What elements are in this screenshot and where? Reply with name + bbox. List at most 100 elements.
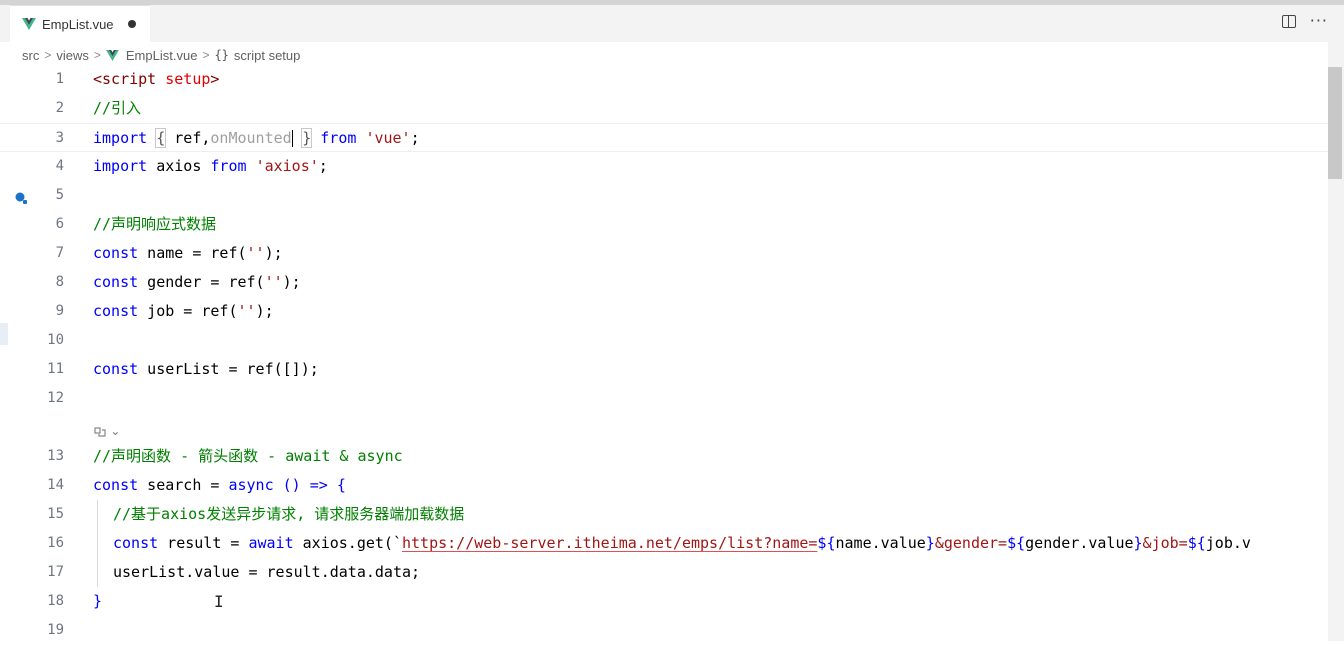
split-editor-icon[interactable] [1281, 14, 1296, 28]
line-number: 5 [55, 187, 64, 203]
token: const [113, 534, 159, 552]
editor-tab-bar: EmpList.vue ··· [0, 5, 1344, 42]
editor-actions: ··· [1281, 13, 1328, 29]
line-number: 18 [47, 593, 64, 609]
token: from [210, 157, 247, 175]
token: ); [282, 273, 301, 291]
code-text: const search = async () => { [93, 471, 346, 500]
code-text: import axios from 'axios'; [93, 152, 328, 181]
token: { [155, 128, 167, 148]
breadcrumb-src[interactable]: src [22, 48, 39, 63]
tab-emplist-vue[interactable]: EmpList.vue [10, 5, 150, 42]
token: axios.get(` [293, 534, 402, 552]
token: &job= [1142, 534, 1188, 552]
code-editor[interactable]: 1 <script setup> 2 //引入 3 import { ref,o… [0, 65, 1328, 641]
token: gender = ref( [138, 273, 265, 291]
breadcrumb-file[interactable]: EmpList.vue [126, 48, 198, 63]
line-number: 9 [55, 303, 64, 319]
token: ${ [1187, 534, 1206, 552]
unsaved-dot-icon[interactable] [127, 20, 136, 28]
line-number: 6 [55, 216, 64, 232]
token: from [320, 129, 357, 147]
token: import [93, 129, 148, 147]
text-caret [291, 130, 294, 147]
braces-icon: {} [214, 48, 229, 62]
code-text: //声明函数 - 箭头函数 - await & async [93, 447, 403, 465]
code-text: const name = ref(''); [93, 239, 283, 268]
code-line: 4 import axios from 'axios'; [0, 152, 1328, 181]
line-number: 7 [55, 245, 64, 261]
code-text: userList.value = result.data.data; [113, 563, 421, 581]
token: setup [165, 70, 211, 88]
token: import [93, 157, 148, 175]
line-number: 12 [47, 390, 64, 406]
token: result = [158, 534, 249, 552]
token: ; [410, 129, 420, 147]
chevron-right-icon: > [93, 48, 101, 62]
line-number: 14 [47, 477, 64, 493]
ghost-suggestion: onMounted [210, 129, 292, 147]
token: 'vue' [365, 129, 411, 147]
code-text: const result = await axios.get(`https://… [113, 529, 1251, 558]
chevron-down-icon[interactable]: ⌄ [110, 424, 120, 438]
breadcrumb: src > views > EmpList.vue > {} script se… [22, 45, 300, 65]
chevron-right-icon: > [44, 48, 52, 62]
token: ); [264, 244, 283, 262]
more-actions-icon[interactable]: ··· [1310, 13, 1328, 29]
scrollbar-thumb[interactable] [1328, 67, 1342, 179]
token: } [925, 534, 935, 552]
code-line: 6 //声明响应式数据 [0, 210, 1328, 239]
token: async [228, 476, 274, 494]
code-text: } [93, 592, 103, 610]
token: ${ [1007, 534, 1026, 552]
token: ); [255, 302, 274, 320]
code-line: 9 const job = ref(''); [0, 297, 1328, 326]
breadcrumb-views[interactable]: views [56, 48, 89, 63]
code-line: 5 [0, 181, 1328, 210]
token: const [93, 360, 139, 378]
line-number: 15 [47, 506, 64, 522]
breadcrumb-symbol[interactable]: script setup [234, 48, 300, 63]
token: job = ref( [138, 302, 238, 320]
token: ref, [165, 129, 211, 147]
token: search = [138, 476, 229, 494]
code-line: 10 [0, 326, 1328, 355]
code-line: 18 } [0, 587, 1328, 616]
code-line: 8 const gender = ref(''); [0, 268, 1328, 297]
token: script [102, 70, 157, 88]
vue-file-icon [105, 49, 119, 61]
line-number: 11 [47, 361, 64, 377]
code-line: 15 //基于axios发送异步请求, 请求服务器端加载数据 [0, 500, 1328, 529]
line-number: 2 [55, 100, 64, 116]
code-line: 14 const search = async () => { [0, 471, 1328, 500]
chevron-right-icon: > [202, 48, 210, 62]
line-number: 13 [47, 448, 64, 464]
line-number: 4 [55, 158, 64, 174]
token: ${ [817, 534, 836, 552]
token: &gender= [934, 534, 1008, 552]
token: < [93, 70, 103, 88]
code-text: const gender = ref(''); [93, 268, 301, 297]
code-text: const userList = ref([]); [93, 355, 319, 384]
line-number: 3 [55, 130, 64, 146]
code-line: 7 const name = ref(''); [0, 239, 1328, 268]
token: '' [237, 302, 256, 320]
line-number: 16 [47, 535, 64, 551]
tab-label: EmpList.vue [42, 16, 114, 32]
code-text: //基于axios发送异步请求, 请求服务器端加载数据 [113, 505, 465, 523]
token: await [248, 534, 294, 552]
code-line-current: 3 import { ref,onMounted } from 'vue'; [0, 123, 1328, 152]
code-line: 12 [0, 384, 1328, 413]
token: } [1133, 534, 1143, 552]
token: const [93, 273, 139, 291]
line-number: 1 [55, 71, 64, 87]
token: > [210, 70, 220, 88]
code-line: 1 <script setup> [0, 65, 1328, 94]
token: gender.value [1025, 534, 1134, 552]
token: '' [246, 244, 265, 262]
url-token[interactable]: https://web-server.itheima.net/emps/list… [402, 534, 817, 552]
code-line: 2 //引入 [0, 94, 1328, 123]
codelens-fold[interactable]: ⌄ [93, 419, 120, 443]
token: } [301, 128, 313, 148]
line-number: 17 [47, 564, 64, 580]
